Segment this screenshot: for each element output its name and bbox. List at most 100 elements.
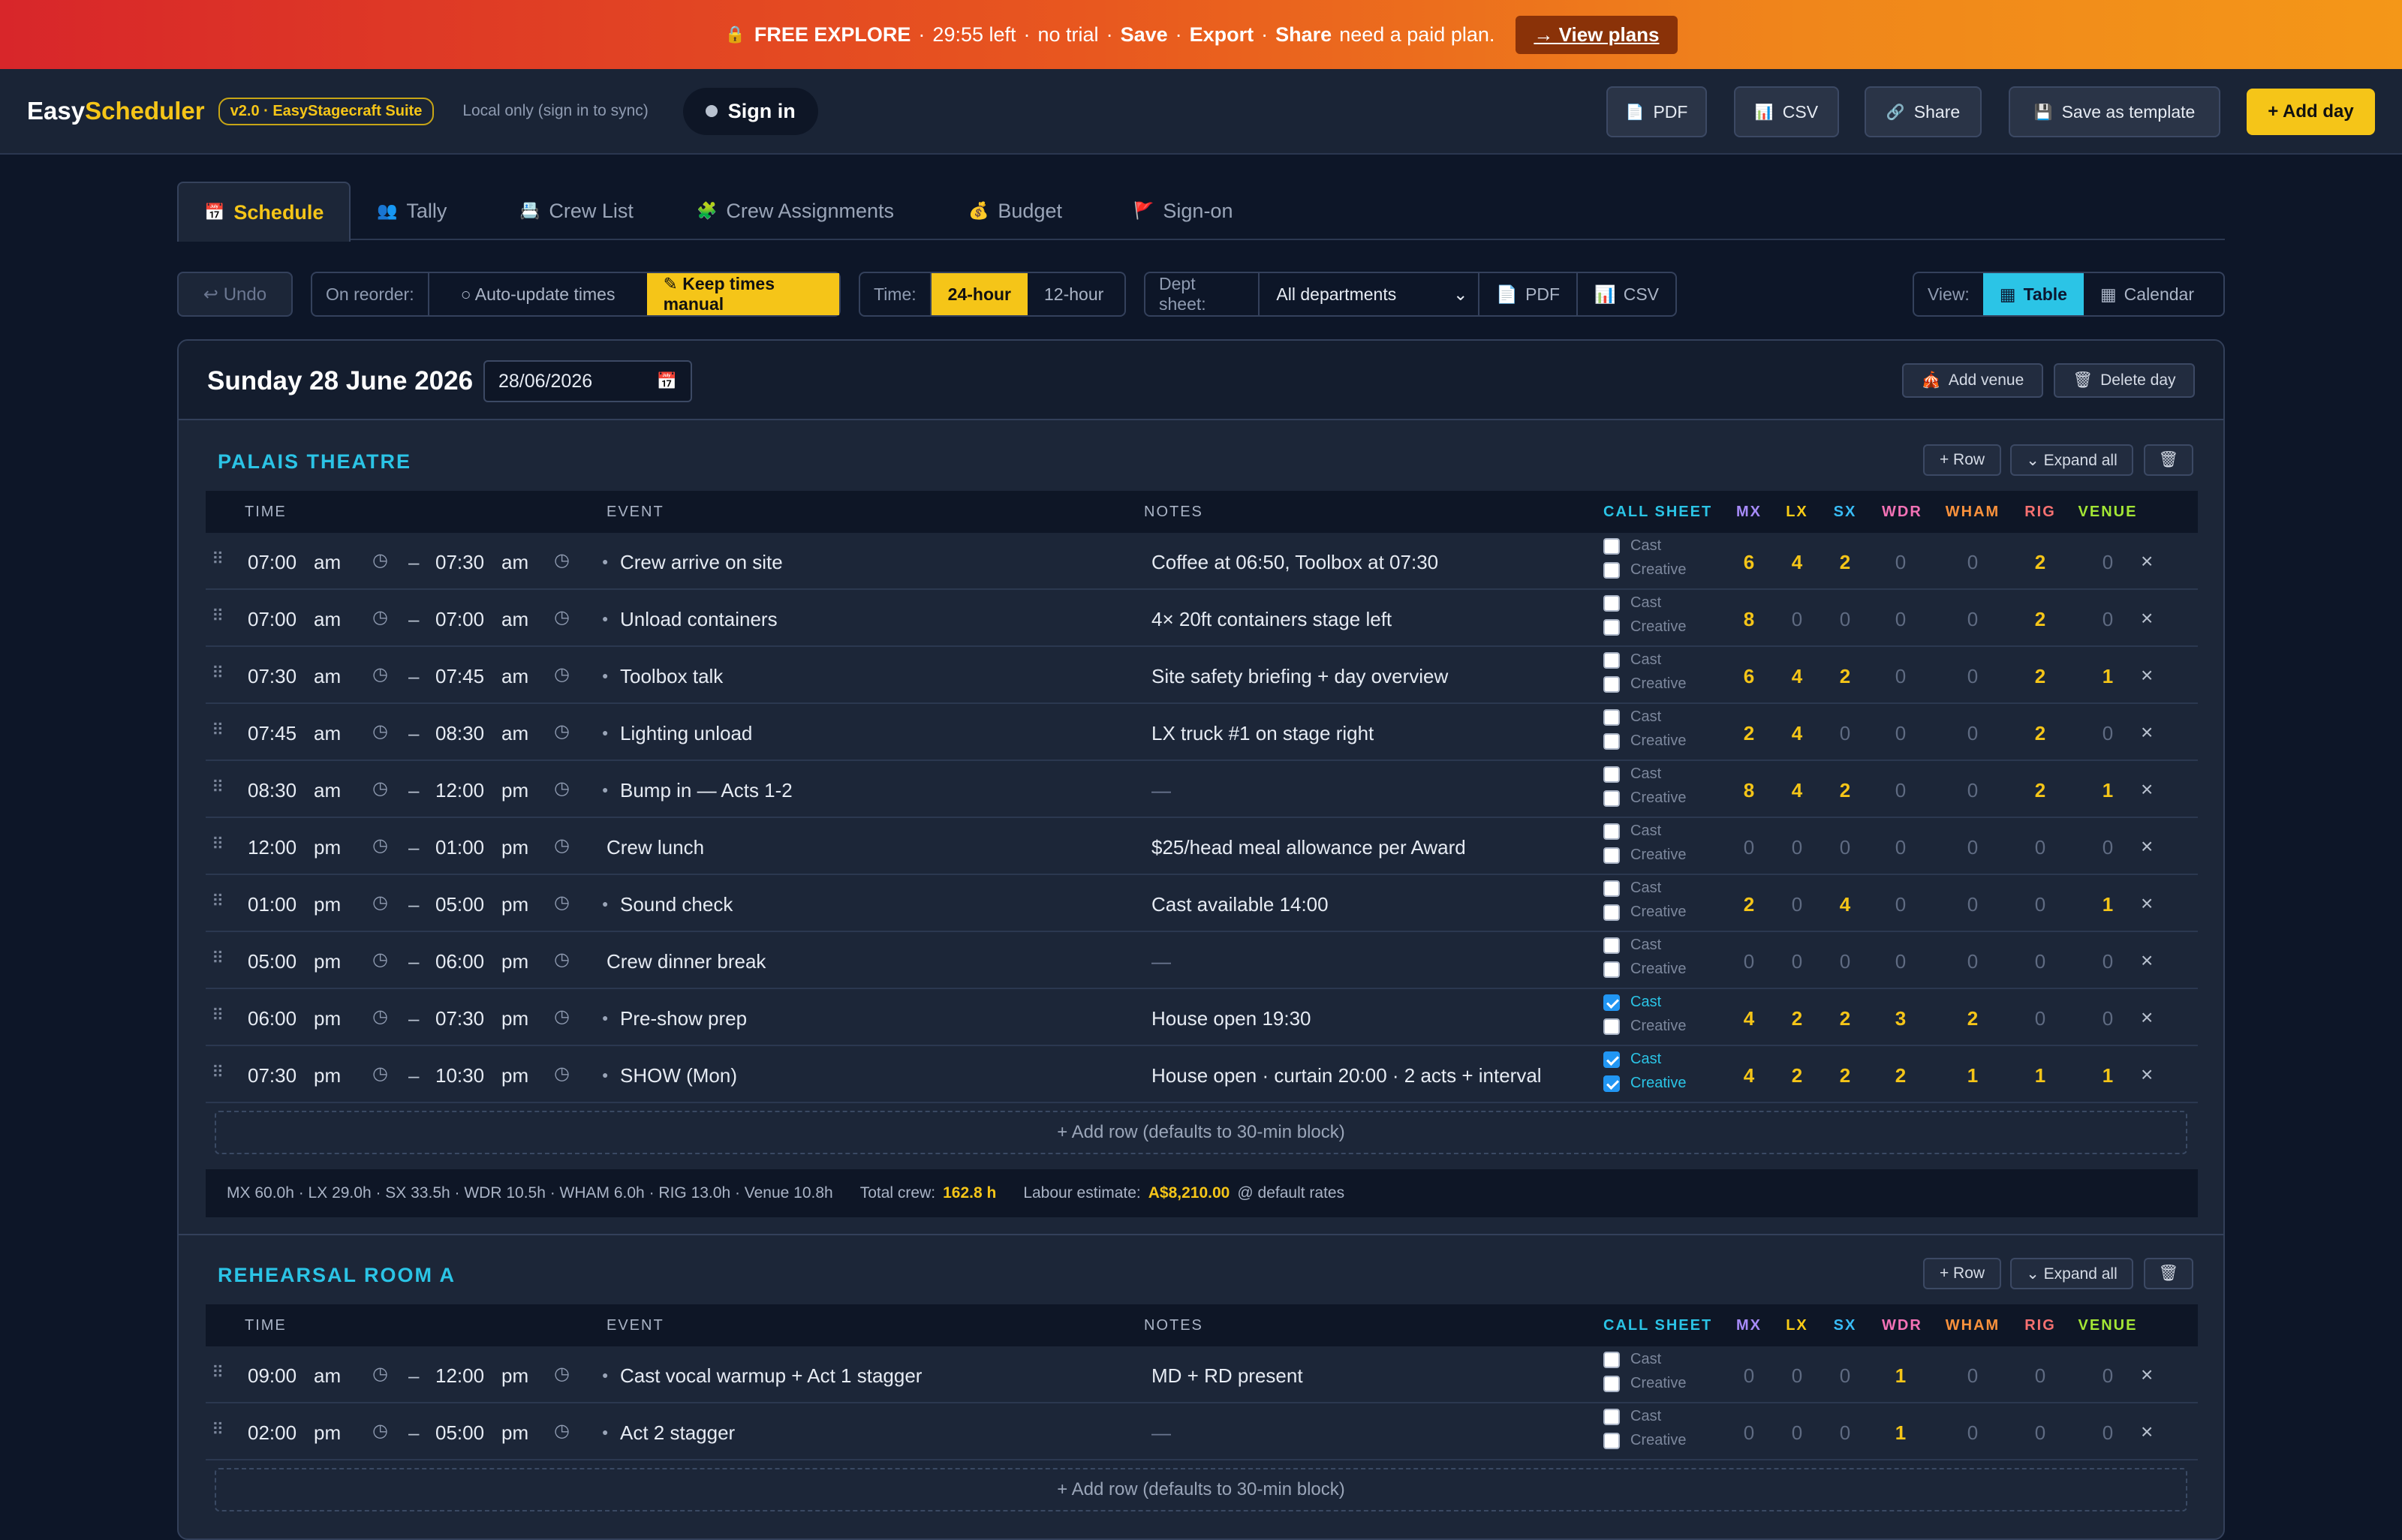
add-venue-button[interactable]: 🎪 Add venue bbox=[1902, 363, 2043, 398]
end-period[interactable]: am bbox=[501, 722, 528, 745]
start-time[interactable]: 02:00 bbox=[248, 1421, 296, 1445]
cast-checkbox[interactable]: Cast bbox=[1603, 1051, 1661, 1068]
clock-icon[interactable]: ◷ bbox=[372, 1420, 388, 1442]
drag-handle-icon[interactable]: ⠿ bbox=[212, 835, 224, 854]
lx-count[interactable]: 0 bbox=[1782, 836, 1812, 859]
event-name[interactable]: Pre-show prep bbox=[620, 1007, 747, 1030]
cast-checkbox[interactable]: Cast bbox=[1603, 708, 1661, 726]
wham-count[interactable]: 0 bbox=[1958, 1364, 1988, 1388]
sx-count[interactable]: 0 bbox=[1830, 1364, 1860, 1388]
delete-row-icon[interactable]: × bbox=[2141, 1063, 2153, 1087]
wdr-count[interactable]: 1 bbox=[1886, 1364, 1916, 1388]
clock-icon[interactable]: ◷ bbox=[554, 1420, 570, 1442]
wdr-count[interactable]: 0 bbox=[1886, 893, 1916, 916]
delete-row-icon[interactable]: × bbox=[2141, 892, 2153, 916]
drag-handle-icon[interactable]: ⠿ bbox=[212, 1063, 224, 1082]
cast-checkbox[interactable]: Cast bbox=[1603, 994, 1661, 1011]
venue-count[interactable]: 1 bbox=[2093, 665, 2123, 688]
clock-icon[interactable]: ◷ bbox=[554, 1063, 570, 1084]
end-time[interactable]: 07:00 bbox=[435, 608, 484, 631]
clock-icon[interactable]: ◷ bbox=[554, 892, 570, 913]
venue-count[interactable]: 1 bbox=[2093, 893, 2123, 916]
delete-row-icon[interactable]: × bbox=[2141, 606, 2153, 630]
add-row-button[interactable]: + Row bbox=[1923, 1258, 2001, 1289]
lx-count[interactable]: 2 bbox=[1782, 1064, 1812, 1087]
drag-handle-icon[interactable]: ⠿ bbox=[212, 892, 224, 911]
creative-checkbox[interactable]: Creative bbox=[1603, 1432, 1686, 1449]
mx-count[interactable]: 6 bbox=[1734, 665, 1764, 688]
expand-all-button[interactable]: ⌄ Expand all bbox=[2010, 1258, 2133, 1289]
tab-schedule[interactable]: 📅 Schedule bbox=[177, 182, 351, 242]
start-time[interactable]: 09:00 bbox=[248, 1364, 296, 1388]
creative-checkbox[interactable]: Creative bbox=[1603, 732, 1686, 750]
end-time[interactable]: 12:00 bbox=[435, 1364, 484, 1388]
sx-count[interactable]: 0 bbox=[1830, 722, 1860, 745]
venue-count[interactable]: 0 bbox=[2093, 836, 2123, 859]
venue-count[interactable]: 1 bbox=[2093, 1064, 2123, 1087]
rig-count[interactable]: 2 bbox=[2025, 665, 2055, 688]
clock-icon[interactable]: ◷ bbox=[554, 1363, 570, 1385]
mx-count[interactable]: 2 bbox=[1734, 893, 1764, 916]
event-name[interactable]: SHOW (Mon) bbox=[620, 1064, 737, 1087]
mx-count[interactable]: 2 bbox=[1734, 722, 1764, 745]
add-row-placeholder[interactable]: + Add row (defaults to 30-min block) bbox=[215, 1111, 2187, 1154]
expand-bullet-icon[interactable]: ● bbox=[602, 612, 608, 624]
rig-count[interactable]: 0 bbox=[2025, 950, 2055, 973]
expand-bullet-icon[interactable]: ● bbox=[602, 1069, 608, 1081]
start-time[interactable]: 01:00 bbox=[248, 893, 296, 916]
wham-count[interactable]: 0 bbox=[1958, 893, 1988, 916]
mx-count[interactable]: 0 bbox=[1734, 836, 1764, 859]
wdr-count[interactable]: 0 bbox=[1886, 665, 1916, 688]
undo-button[interactable]: ↩ Undo bbox=[177, 272, 293, 317]
event-name[interactable]: Crew arrive on site bbox=[620, 551, 783, 574]
clock-icon[interactable]: ◷ bbox=[554, 606, 570, 628]
venue-count[interactable]: 0 bbox=[2093, 950, 2123, 973]
delete-row-icon[interactable]: × bbox=[2141, 949, 2153, 973]
end-time[interactable]: 08:30 bbox=[435, 722, 484, 745]
event-notes[interactable]: Site safety briefing + day overview bbox=[1151, 665, 1448, 688]
lx-count[interactable]: 4 bbox=[1782, 551, 1812, 574]
creative-checkbox[interactable]: Creative bbox=[1603, 847, 1686, 864]
end-period[interactable]: pm bbox=[501, 893, 528, 916]
wham-count[interactable]: 0 bbox=[1958, 665, 1988, 688]
24-hour-option[interactable]: 24-hour bbox=[931, 273, 1028, 315]
clock-icon[interactable]: ◷ bbox=[554, 720, 570, 742]
expand-bullet-icon[interactable]: ● bbox=[602, 1012, 608, 1024]
end-period[interactable]: pm bbox=[501, 1007, 528, 1030]
cast-checkbox[interactable]: Cast bbox=[1603, 937, 1661, 954]
event-name[interactable]: Unload containers bbox=[620, 608, 778, 631]
delete-row-icon[interactable]: × bbox=[2141, 1006, 2153, 1030]
add-day-button[interactable]: + Add day bbox=[2247, 89, 2375, 135]
event-name[interactable]: Bump in — Acts 1-2 bbox=[620, 779, 793, 802]
cast-checkbox[interactable]: Cast bbox=[1603, 594, 1661, 612]
rig-count[interactable]: 2 bbox=[2025, 551, 2055, 574]
delete-row-icon[interactable]: × bbox=[2141, 549, 2153, 573]
end-time[interactable]: 07:30 bbox=[435, 1007, 484, 1030]
event-name[interactable]: Act 2 stagger bbox=[620, 1421, 735, 1445]
delete-day-button[interactable]: 🗑 Delete day bbox=[2054, 363, 2195, 398]
add-row-placeholder[interactable]: + Add row (defaults to 30-min block) bbox=[215, 1468, 2187, 1511]
start-period[interactable]: am bbox=[314, 779, 341, 802]
expand-bullet-icon[interactable]: ● bbox=[602, 555, 608, 567]
start-time[interactable]: 07:00 bbox=[248, 608, 296, 631]
start-time[interactable]: 05:00 bbox=[248, 950, 296, 973]
clock-icon[interactable]: ◷ bbox=[372, 720, 388, 742]
mx-count[interactable]: 0 bbox=[1734, 1364, 1764, 1388]
wham-count[interactable]: 0 bbox=[1958, 1421, 1988, 1445]
mx-count[interactable]: 0 bbox=[1734, 1421, 1764, 1445]
expand-bullet-icon[interactable]: ● bbox=[602, 669, 608, 681]
wham-count[interactable]: 1 bbox=[1958, 1064, 1988, 1087]
sx-count[interactable]: 2 bbox=[1830, 779, 1860, 802]
venue-count[interactable]: 0 bbox=[2093, 1364, 2123, 1388]
clock-icon[interactable]: ◷ bbox=[372, 663, 388, 685]
cast-checkbox[interactable]: Cast bbox=[1603, 651, 1661, 669]
expand-bullet-icon[interactable]: ● bbox=[602, 1369, 608, 1381]
start-time[interactable]: 08:30 bbox=[248, 779, 296, 802]
wham-count[interactable]: 0 bbox=[1958, 551, 1988, 574]
creative-checkbox[interactable]: Creative bbox=[1603, 561, 1686, 579]
add-row-button[interactable]: + Row bbox=[1923, 444, 2001, 476]
event-name[interactable]: Crew dinner break bbox=[607, 950, 766, 973]
end-time[interactable]: 07:45 bbox=[435, 665, 484, 688]
drag-handle-icon[interactable]: ⠿ bbox=[212, 1420, 224, 1439]
clock-icon[interactable]: ◷ bbox=[372, 1063, 388, 1084]
